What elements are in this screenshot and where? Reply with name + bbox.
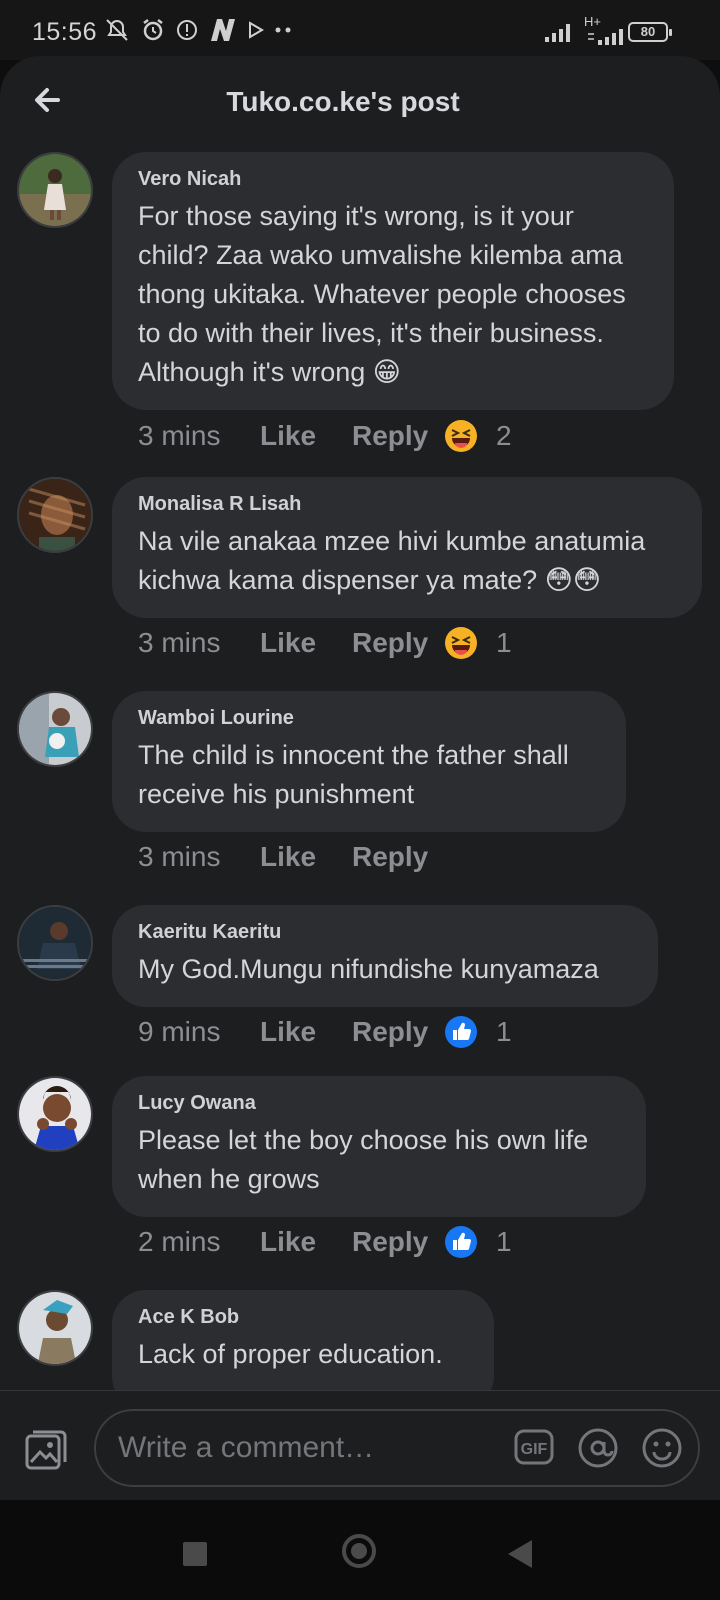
reaction-count[interactable]: 1 [496,627,512,659]
comment-author[interactable]: Vero Nicah [138,168,648,191]
reply-button[interactable]: Reply [352,1226,444,1258]
reaction-count[interactable]: 2 [496,420,512,452]
like-button[interactable]: Like [260,420,352,452]
reply-button[interactable]: Reply [352,627,444,659]
svg-text:GIF: GIF [521,1441,548,1458]
like-reaction-icon[interactable] [444,1015,478,1049]
comment-input[interactable]: Write a comment… GIF [94,1409,700,1487]
avatar[interactable] [17,905,93,981]
comment-author[interactable]: Kaeritu Kaeritu [138,921,632,944]
reply-button[interactable]: Reply [352,1016,444,1048]
avatar[interactable] [17,1290,93,1366]
notification-icons [104,17,294,43]
home-button[interactable] [342,1534,376,1568]
comment-time: 3 mins [138,420,221,451]
haha-reaction-icon[interactable] [444,626,478,660]
reply-button[interactable]: Reply [352,841,444,873]
avatar[interactable] [17,1076,93,1152]
status-time: 15:56 [32,18,98,46]
mute-icon [106,19,128,41]
comment-meta: 9 mins Like Reply 1 [138,1012,512,1052]
avatar[interactable] [17,691,93,767]
photo-icon[interactable] [24,1427,70,1473]
reply-button[interactable]: Reply [352,420,444,452]
comment-meta: 2 mins Like Reply 1 [138,1222,512,1262]
comment-meta: 3 mins Like Reply 2 [138,416,512,456]
comment-text: My God.Mungu nifundishe kunyamaza [138,954,599,984]
comment-author[interactable]: Wamboi Lourine [138,707,600,730]
recents-button[interactable] [183,1542,207,1566]
comment-input-placeholder: Write a comment… [118,1431,375,1464]
like-button[interactable]: Like [260,1016,352,1048]
comment-bubble[interactable]: Monalisa R Lisah Na vile anakaa mzee hiv… [112,477,702,618]
alert-icon [177,20,197,40]
signal-2-icon [588,29,623,45]
comment-time: 3 mins [138,627,221,658]
avatar[interactable] [17,477,93,553]
n-app-icon [211,19,235,41]
like-button[interactable]: Like [260,1226,352,1258]
comment-time: 3 mins [138,841,221,872]
like-button[interactable]: Like [260,627,352,659]
avatar[interactable] [17,152,93,228]
mention-icon[interactable] [578,1428,618,1468]
comment-time: 9 mins [138,1016,221,1047]
system-nav-bar [0,1500,720,1600]
comment-bubble[interactable]: Wamboi Lourine The child is innocent the… [112,691,626,832]
alarm-icon [143,19,163,41]
comment-composer: Write a comment… GIF [0,1391,720,1500]
comment-text: The child is innocent the father shall r… [138,740,569,809]
play-store-icon [249,21,264,39]
gif-icon[interactable]: GIF [514,1429,554,1465]
emoji-icon[interactable] [642,1428,682,1468]
battery-indicator: 80 [628,22,672,42]
reaction-count[interactable]: 1 [496,1226,512,1258]
comments-sheet: Tuko.co.ke's post Vero Nicah For those s… [0,56,720,1500]
like-reaction-icon[interactable] [444,1225,478,1259]
comment-bubble[interactable]: Vero Nicah For those saying it's wrong, … [112,152,674,410]
comment-bubble[interactable]: Kaeritu Kaeritu My God.Mungu nifundishe … [112,905,658,1007]
reaction-count[interactable]: 1 [496,1016,512,1048]
comment-author[interactable]: Lucy Owana [138,1092,620,1115]
header: Tuko.co.ke's post [0,56,720,146]
comment-author[interactable]: Monalisa R Lisah [138,493,676,516]
comment-bubble[interactable]: Lucy Owana Please let the boy choose his… [112,1076,646,1217]
comment-author[interactable]: Ace K Bob [138,1306,468,1329]
status-bar: 15:56 H+ 80 [0,0,720,60]
signal-icon [545,24,570,42]
comment-meta: 3 mins Like Reply [138,837,444,877]
comment-text: Please let the boy choose his own life w… [138,1125,589,1194]
page-title: Tuko.co.ke's post [226,86,460,117]
comment-time: 2 mins [138,1226,221,1257]
like-button[interactable]: Like [260,841,352,873]
haha-reaction-icon[interactable] [444,419,478,453]
comment-text: Lack of proper education. [138,1339,443,1369]
comment-meta: 3 mins Like Reply 1 [138,623,512,663]
comment-text: Na vile anakaa mzee hivi kumbe anatumia … [138,526,646,595]
comment-text: For those saying it's wrong, is it your … [138,201,626,387]
network-type: H+ [584,14,601,29]
more-dots-icon [275,27,291,33]
back-button[interactable] [508,1540,532,1568]
